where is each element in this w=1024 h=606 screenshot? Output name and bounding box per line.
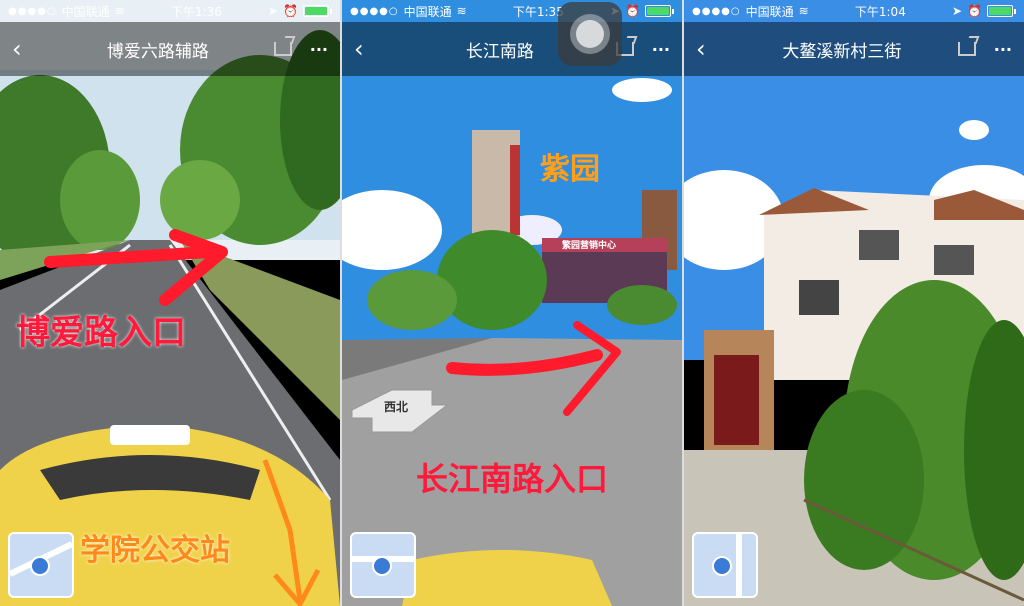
status-time: 下午1:04 (854, 4, 906, 19)
battery-icon (987, 5, 1013, 17)
carrier-label: 中国联通 (403, 4, 452, 19)
minimap-icon[interactable] (692, 532, 758, 598)
carrier-label: 中国联通 (745, 4, 794, 19)
minimap-icon[interactable] (8, 532, 74, 598)
alarm-icon: ⏰ (967, 4, 982, 18)
minimap-icon[interactable] (350, 532, 416, 598)
signal-dots-icon: ●●●●○ (350, 5, 399, 17)
page-title: 博爱六路辅路 (106, 41, 209, 62)
wifi-icon: ≋ (456, 4, 467, 18)
back-icon[interactable]: ‹ (696, 35, 726, 63)
alarm-icon: ⏰ (283, 4, 298, 18)
college-bus-stop-label: 学院公交站 (80, 533, 230, 568)
street-view-scene[interactable] (0, 0, 340, 606)
signal-dots-icon: ●●●●○ (8, 5, 57, 17)
boai-entrance-label: 博爱路入口 (16, 313, 186, 353)
assistive-touch-icon[interactable] (558, 2, 622, 66)
page-title: 大鳌溪新村三街 (782, 41, 902, 62)
panel-boai: ●●●●○ 中国联通 ≋ 下午1:36 ➤ ⏰ ‹ 博爱六路辅路 ··· 博爱路… (0, 0, 340, 606)
ziyuan-label: 紫园 (540, 152, 600, 187)
street-view-scene[interactable] (342, 0, 682, 606)
more-icon[interactable]: ··· (652, 40, 670, 59)
status-time: 下午1:36 (170, 4, 222, 19)
back-icon[interactable]: ‹ (354, 35, 384, 63)
battery-tip (330, 8, 332, 14)
location-icon: ➤ (267, 4, 279, 18)
status-bar: ●●●●○ 中国联通 ≋ 下午1:04 ➤ ⏰ (684, 0, 1024, 22)
sales-center-sign: 繁园营销中心 (562, 241, 617, 251)
status-bar: ●●●●○ 中国联通 ≋ 下午1:35 ➤ ⏰ (342, 0, 682, 22)
alarm-icon: ⏰ (625, 4, 640, 18)
more-icon[interactable]: ··· (310, 40, 328, 59)
battery-tip (1014, 8, 1016, 14)
wifi-icon: ≋ (798, 4, 809, 18)
battery-icon (645, 5, 671, 17)
share-icon[interactable] (273, 42, 292, 56)
street-view-scene[interactable] (684, 0, 1024, 606)
carrier-label: 中国联通 (61, 4, 110, 19)
status-time: 下午1:35 (512, 4, 564, 19)
screenshot-collage: ●●●●○ 中国联通 ≋ 下午1:36 ➤ ⏰ ‹ 博爱六路辅路 ··· 博爱路… (0, 0, 1024, 606)
status-bar: ●●●●○ 中国联通 ≋ 下午1:36 ➤ ⏰ (0, 0, 340, 22)
location-icon: ➤ (951, 4, 963, 18)
battery-icon (303, 5, 329, 17)
signal-dots-icon: ●●●●○ (692, 5, 741, 17)
panel-daaoxi: ●●●●○ 中国联通 ≋ 下午1:04 ➤ ⏰ ‹ 大鳌溪新村三街 ··· (684, 0, 1024, 606)
share-icon[interactable] (957, 42, 976, 56)
nav-bar: ‹ 博爱六路辅路 ··· (0, 22, 340, 76)
more-icon[interactable]: ··· (994, 40, 1012, 59)
road-arrow-label: 西北 (384, 400, 409, 414)
wifi-icon: ≋ (114, 4, 125, 18)
back-icon[interactable]: ‹ (12, 35, 42, 63)
nav-bar: ‹ 大鳌溪新村三街 ··· (684, 22, 1024, 76)
nav-bar: ‹ 长江南路 ··· (342, 22, 682, 76)
battery-tip (672, 8, 674, 14)
changjiang-entrance-label: 长江南路入口 (416, 460, 609, 498)
panel-changjiang: ●●●●○ 中国联通 ≋ 下午1:35 ➤ ⏰ ‹ 长江南路 ··· 紫园 (342, 0, 682, 606)
